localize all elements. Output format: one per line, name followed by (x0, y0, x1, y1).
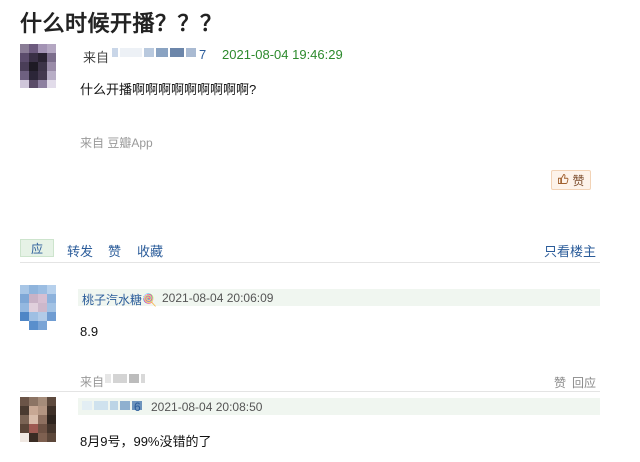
comment-content: 8月9号，99%没错的了 (80, 434, 212, 449)
comment-content: 8.9 (80, 324, 99, 339)
author-avatar[interactable] (20, 44, 56, 88)
post-title: 什么时候开播？？？ (20, 11, 223, 36)
post-time: 2021-08-04 19:46:29 (222, 47, 343, 62)
comment-avatar[interactable] (20, 285, 56, 330)
only-op-button[interactable]: 只看楼主 (544, 241, 596, 260)
comment-time: 2021-08-04 20:08:50 (151, 400, 263, 414)
author-name-suffix[interactable]: 7 (199, 47, 206, 62)
post-content: 什么开播啊啊啊啊啊啊啊啊啊? (80, 82, 257, 97)
comment-author-suffix[interactable]: 6 (134, 400, 141, 414)
source-prefix: 来自 (83, 50, 110, 65)
collect-button[interactable]: 收藏 (137, 241, 163, 260)
reply-button[interactable]: 应 (20, 239, 54, 257)
comment-author[interactable]: 桃子汽水糖🍭 (82, 291, 157, 308)
comment-like-button[interactable]: 赞 (554, 374, 566, 391)
divider (20, 262, 600, 263)
like-action-button[interactable]: 赞 (108, 241, 121, 260)
comment-source-prefix: 来自 (80, 375, 105, 389)
share-button[interactable]: 转发 (67, 241, 93, 260)
comment-time: 2021-08-04 20:06:09 (162, 291, 274, 305)
divider (20, 391, 600, 392)
author-name-blurred[interactable] (112, 48, 196, 57)
comment-author-blurred[interactable] (82, 401, 142, 410)
comment-source-blurred (105, 374, 145, 383)
comment-reply-button[interactable]: 回应 (572, 374, 596, 391)
like-button[interactable]: 赞 (551, 170, 591, 190)
post-source-app: 来自 豆瓣App (80, 136, 153, 150)
thumbs-up-icon (557, 173, 569, 188)
like-label: 赞 (572, 173, 585, 188)
comment-avatar[interactable] (20, 397, 56, 442)
